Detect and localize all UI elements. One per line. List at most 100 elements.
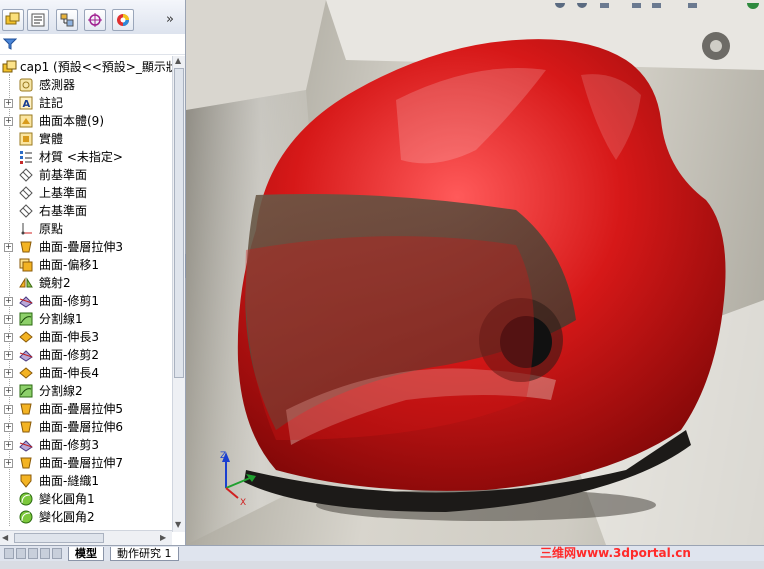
tab-display-manager[interactable] xyxy=(112,9,134,31)
tree-item[interactable]: + 曲面-伸長4 xyxy=(0,364,172,382)
expand-icon[interactable]: + xyxy=(4,117,13,126)
tab-motion-study[interactable]: 動作研究 1 xyxy=(110,547,179,561)
feature-manager-panel: » cap1 (預設<<預設>_顯示狀 感測器 + A 註記 + 曲面本體(9) 實體 材質 … xyxy=(0,0,186,545)
split-line-icon xyxy=(19,312,33,326)
tree-item[interactable]: 上基準面 xyxy=(0,184,172,202)
knit-surface-icon xyxy=(20,474,32,488)
tree-vertical-scrollbar[interactable]: ▲ ▼ xyxy=(172,56,185,532)
plane-icon xyxy=(19,186,33,200)
tree-item[interactable]: + 曲面-疊層拉伸5 xyxy=(0,400,172,418)
tree-item[interactable]: + 分割線2 xyxy=(0,382,172,400)
tree-item-label: 曲面-疊層拉伸5 xyxy=(39,402,123,416)
tree-item-label: 曲面本體(9) xyxy=(39,114,104,128)
loft-surface-icon xyxy=(20,421,32,433)
tree-item-label: 曲面-修剪3 xyxy=(39,438,99,452)
tree-item-label: 曲面-修剪1 xyxy=(39,294,99,308)
tree-item[interactable]: 變化圓角1 xyxy=(0,490,172,508)
expand-icon[interactable]: + xyxy=(4,369,13,378)
expand-icon[interactable]: + xyxy=(4,315,13,324)
tree-item[interactable]: 變化圓角2 xyxy=(0,508,172,526)
tab-propertymanager[interactable] xyxy=(27,9,49,31)
tree-root-part[interactable]: cap1 (預設<<預設>_顯示狀 xyxy=(0,58,172,76)
expand-icon[interactable]: + xyxy=(4,459,13,468)
tree-item[interactable]: 右基準面 xyxy=(0,202,172,220)
last-tab-icon[interactable] xyxy=(40,548,50,559)
tab-featuremanager[interactable] xyxy=(2,9,24,31)
prev-tab-icon[interactable] xyxy=(16,548,26,559)
tree-item[interactable]: + 曲面-伸長3 xyxy=(0,328,172,346)
filter-icon[interactable] xyxy=(3,37,17,51)
expand-icon[interactable]: + xyxy=(4,333,13,342)
tree-item-label: 曲面-縫織1 xyxy=(39,474,99,488)
tree-item[interactable]: 感測器 xyxy=(0,76,172,94)
tab-list-icon[interactable] xyxy=(52,548,62,559)
configurationmanager-tab-icon xyxy=(60,13,74,27)
filter-row xyxy=(0,34,185,55)
expand-icon[interactable]: + xyxy=(4,243,13,252)
trim-surface-icon xyxy=(19,440,33,452)
tree-item[interactable]: 曲面-偏移1 xyxy=(0,256,172,274)
tree-item[interactable]: 原點 xyxy=(0,220,172,238)
tab-configurationmanager[interactable] xyxy=(56,9,78,31)
expand-icon[interactable]: + xyxy=(4,405,13,414)
tree-item-label: 曲面-偏移1 xyxy=(39,258,99,272)
scroll-up-icon[interactable]: ▲ xyxy=(175,56,181,65)
tree-horizontal-scrollbar[interactable]: ◀ ▶ xyxy=(0,530,172,545)
expand-icon[interactable]: + xyxy=(4,297,13,306)
tree-item-label: 曲面-伸長3 xyxy=(39,330,99,344)
ceiling-lamp-bulb xyxy=(710,40,722,52)
heads-up-view-toolbar xyxy=(548,0,764,9)
tab-model[interactable]: 模型 xyxy=(68,547,104,561)
tree-item-label: 變化圓角2 xyxy=(39,510,95,524)
tree-item[interactable]: + 曲面-疊層拉伸6 xyxy=(0,418,172,436)
tree-item-label: 材質 <未指定> xyxy=(39,150,123,164)
tree-item-label: 曲面-伸長4 xyxy=(39,366,99,380)
propertymanager-tab-icon xyxy=(31,13,45,27)
tree-item-label: 右基準面 xyxy=(39,204,88,218)
tree-item-label: 變化圓角1 xyxy=(39,492,95,506)
tree-item[interactable]: + 曲面-疊層拉伸3 xyxy=(0,238,172,256)
tree-item[interactable]: 曲面-縫織1 xyxy=(0,472,172,490)
expand-icon[interactable]: + xyxy=(4,99,13,108)
feature-tree: cap1 (預設<<預設>_顯示狀 感測器 + A 註記 + 曲面本體(9) 實體 材質 <未… xyxy=(0,56,172,532)
graphics-area[interactable]: Z X xyxy=(186,0,764,545)
scroll-left-icon[interactable]: ◀ xyxy=(2,533,8,542)
tab-dimxpert[interactable] xyxy=(84,9,106,31)
tree-item-label: 實體 xyxy=(39,132,64,146)
plane-icon xyxy=(19,204,33,218)
expand-icon[interactable]: + xyxy=(4,387,13,396)
more-tabs-button[interactable]: » xyxy=(166,12,174,27)
featuremanager-tab-icon xyxy=(5,12,20,25)
solid-bodies-icon xyxy=(19,132,33,146)
tree-item[interactable]: + 曲面本體(9) xyxy=(0,112,172,130)
expand-icon[interactable]: + xyxy=(4,423,13,432)
material-icon xyxy=(20,151,32,164)
next-tab-icon[interactable] xyxy=(28,548,38,559)
tree-item[interactable]: + A 註記 xyxy=(0,94,172,112)
display-manager-tab-icon xyxy=(117,14,129,26)
scroll-right-icon[interactable]: ▶ xyxy=(160,533,166,542)
tree-item[interactable]: + 曲面-疊層拉伸7 xyxy=(0,454,172,472)
tree-item-label: 上基準面 xyxy=(39,186,88,200)
expand-icon[interactable]: + xyxy=(4,351,13,360)
tree-item[interactable]: 鏡射2 xyxy=(0,274,172,292)
expand-icon[interactable]: + xyxy=(4,441,13,450)
first-tab-icon[interactable] xyxy=(4,548,14,559)
tree-item[interactable]: + 分割線1 xyxy=(0,310,172,328)
scroll-down-icon[interactable]: ▼ xyxy=(175,520,181,529)
tree-item-label: 曲面-疊層拉伸7 xyxy=(39,456,123,470)
offset-surface-icon xyxy=(19,258,33,272)
tree-item[interactable]: + 曲面-修剪3 xyxy=(0,436,172,454)
tree-item[interactable]: 實體 xyxy=(0,130,172,148)
vertical-scroll-thumb[interactable] xyxy=(174,68,184,378)
tree-item[interactable]: 前基準面 xyxy=(0,166,172,184)
horizontal-scroll-thumb[interactable] xyxy=(14,533,104,543)
tree-item-label: 感測器 xyxy=(39,78,76,92)
tree-item[interactable]: 材質 <未指定> xyxy=(0,148,172,166)
tree-item[interactable]: + 曲面-修剪2 xyxy=(0,346,172,364)
tree-item-label: 曲面-修剪2 xyxy=(39,348,99,362)
tree-item[interactable]: + 曲面-修剪1 xyxy=(0,292,172,310)
view-toolbar-icons xyxy=(555,0,759,9)
tree-root-label: cap1 (預設<<預設>_顯示狀 xyxy=(20,60,172,74)
origin-icon xyxy=(21,223,32,235)
